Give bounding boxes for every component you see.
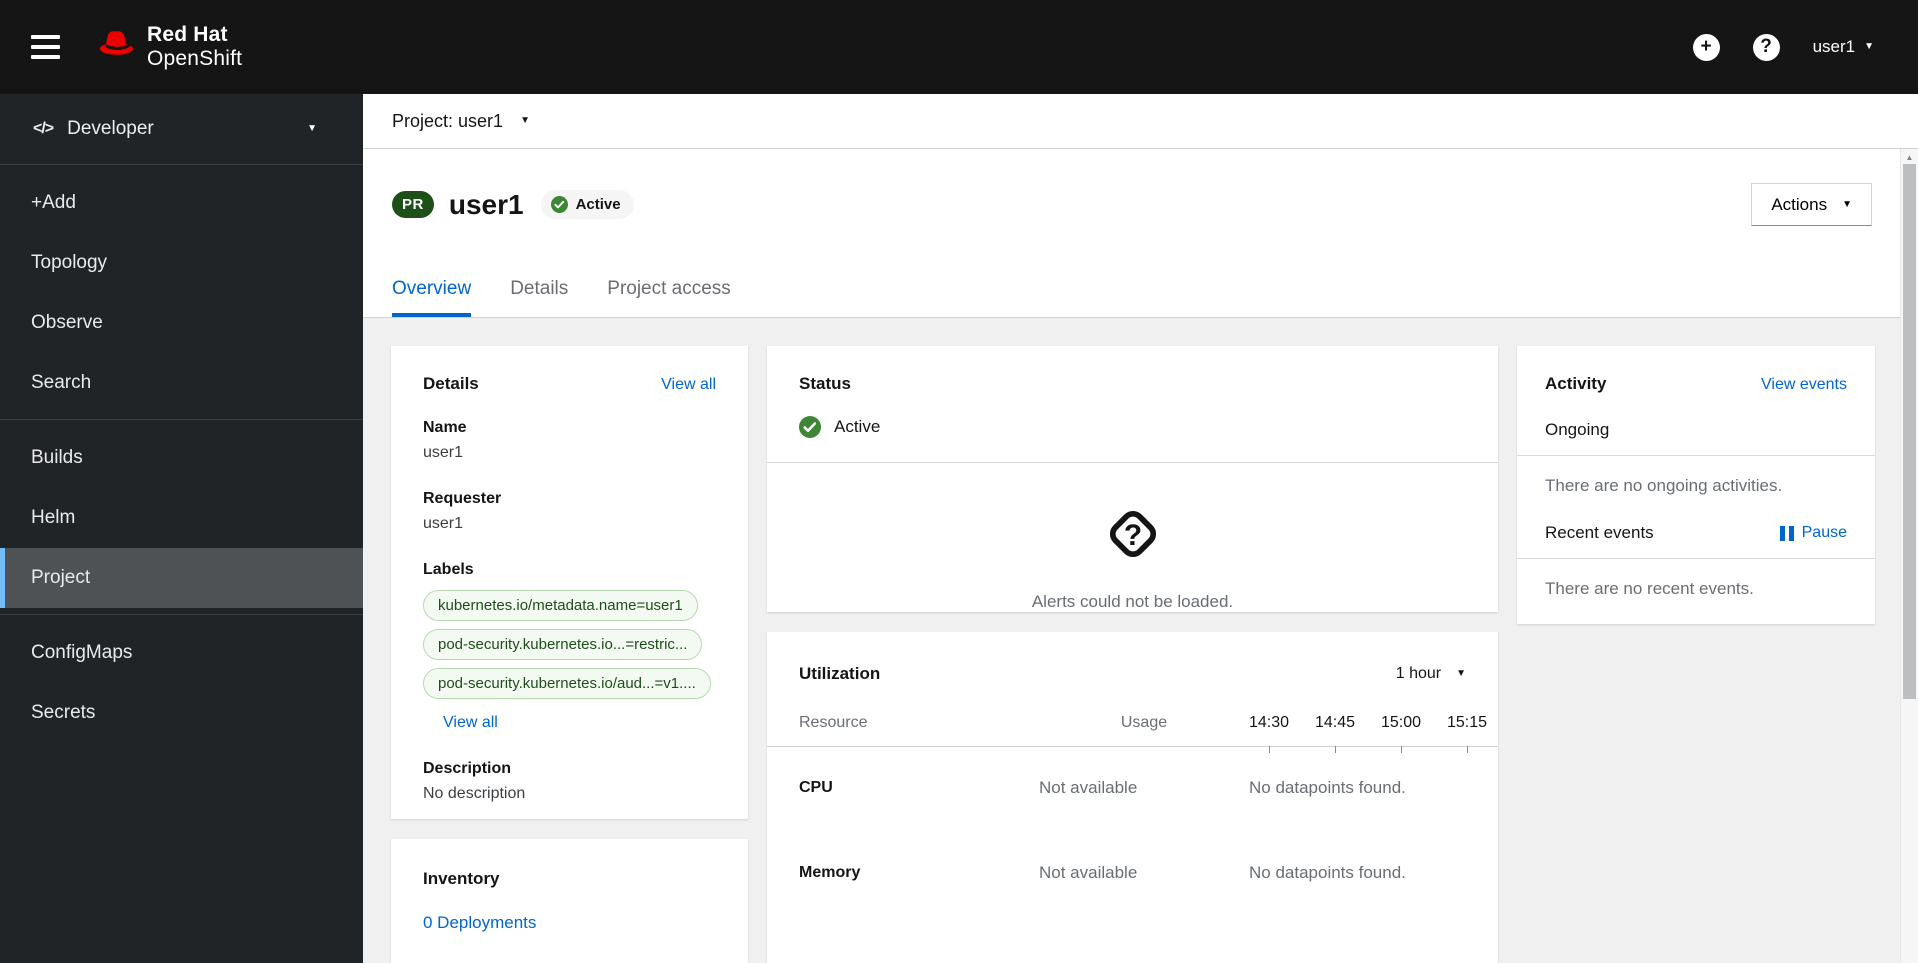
details-card-title: Details — [423, 374, 479, 393]
sidebar-item-configmaps[interactable]: ConfigMaps — [0, 623, 363, 683]
user-menu[interactable]: user1 ▼ — [1813, 37, 1874, 57]
nav-group-main: +Add Topology Observe Search — [0, 165, 363, 420]
code-icon: </> — [33, 120, 54, 137]
detail-description: Description No description — [423, 760, 526, 802]
project-selector[interactable]: Project: user1 — [392, 111, 503, 132]
unknown-alerts-icon: ? — [1100, 510, 1166, 571]
inventory-card: Inventory 0 Deployments — [391, 839, 748, 963]
no-ongoing-message: There are no ongoing activities. — [1545, 476, 1783, 495]
sidebar-item-builds[interactable]: Builds — [0, 428, 363, 488]
label-pill[interactable]: kubernetes.io/metadata.name=user1 — [423, 590, 698, 621]
column-usage: Usage — [1120, 714, 1168, 732]
check-circle-icon — [550, 196, 568, 213]
utilization-table-header: Resource Usage 14:30 14:45 15:00 15:15 — [767, 714, 1498, 754]
chevron-down-icon[interactable]: ▼ — [520, 116, 530, 126]
pause-events-button[interactable]: Pause — [1779, 524, 1847, 542]
utilization-card: Utilization 1 hour ▼ Resource Usage 14:3… — [767, 632, 1498, 963]
sidebar-item-topology[interactable]: Topology — [0, 233, 363, 293]
user-menu-label: user1 — [1812, 37, 1856, 56]
utilization-row-memory: Memory Not available No datapoints found… — [799, 863, 1406, 883]
details-card: Details View all Name user1 Requester us… — [391, 346, 748, 819]
page-header: PR user1 Active Actions ▼ — [363, 149, 1918, 260]
logo-text: Red Hat OpenShift — [147, 23, 243, 70]
utilization-card-title: Utilization — [799, 664, 881, 684]
project-context-bar: Project: user1 ▼ — [363, 94, 1918, 149]
alerts-message: Alerts could not be loaded. — [1031, 592, 1234, 611]
redhat-fedora-icon — [90, 29, 136, 66]
vertical-scrollbar[interactable]: ▲ — [1900, 149, 1918, 963]
help-icon[interactable]: ? — [1752, 33, 1780, 61]
deployments-link[interactable]: 0 Deployments — [423, 913, 716, 933]
detail-requester: Requester user1 — [423, 490, 502, 532]
chevron-down-icon: ▼ — [1456, 668, 1466, 680]
ongoing-section-title: Ongoing — [1545, 420, 1610, 439]
main-content: Project: user1 ▼ PR user1 Active Actions… — [363, 94, 1918, 963]
tab-details[interactable]: Details — [510, 260, 568, 317]
tab-overview[interactable]: Overview — [392, 260, 472, 317]
inventory-card-title: Inventory — [423, 869, 500, 888]
redhat-openshift-logo: Red Hat OpenShift — [90, 23, 242, 70]
check-circle-icon — [799, 416, 821, 438]
label-pill[interactable]: pod-security.kubernetes.io...=restric... — [423, 629, 703, 660]
status-badge: Active — [540, 190, 634, 219]
tabs: Overview Details Project access — [363, 260, 1918, 318]
sidebar-item-observe[interactable]: Observe — [0, 293, 363, 353]
openshift-console: Red Hat OpenShift + ? user1 ▼ </> Develo… — [0, 0, 1918, 963]
chevron-down-icon: ▼ — [1864, 41, 1874, 52]
column-resource: Resource — [799, 714, 868, 732]
chevron-down-icon: ▼ — [307, 123, 317, 134]
activity-card-title: Activity — [1545, 374, 1607, 393]
recent-events-title: Recent events — [1545, 523, 1654, 542]
perspective-switcher[interactable]: </> Developer ▼ — [0, 94, 363, 165]
view-events-link[interactable]: View events — [1761, 376, 1847, 394]
detail-name: Name user1 — [423, 419, 467, 461]
project-resource-badge: PR — [392, 191, 434, 218]
utilization-row-cpu: CPU Not available No datapoints found. — [799, 778, 1406, 798]
nav-group-config: ConfigMaps Secrets — [0, 615, 363, 749]
actions-button[interactable]: Actions ▼ — [1751, 183, 1872, 226]
labels-view-all-link[interactable]: View all — [443, 710, 498, 735]
scrollbar-thumb[interactable] — [1903, 164, 1916, 699]
sidebar-item-helm[interactable]: Helm — [0, 488, 363, 548]
nav-toggle-icon[interactable] — [31, 29, 60, 65]
page-title: user1 — [448, 188, 524, 220]
quick-create-icon[interactable]: + — [1692, 33, 1720, 61]
label-pill[interactable]: pod-security.kubernetes.io/aud...=v1.... — [423, 668, 711, 699]
details-view-all-link[interactable]: View all — [661, 376, 716, 394]
tab-project-access[interactable]: Project access — [607, 260, 731, 317]
alerts-empty-state: ? Alerts could not be loaded. — [767, 463, 1498, 612]
sidebar-item-project[interactable]: Project — [0, 548, 363, 608]
detail-labels: Labels kubernetes.io/metadata.name=user1… — [423, 557, 716, 735]
status-card: Status Active ? Alerts could not be load… — [767, 346, 1498, 613]
project-status-row: Active — [767, 416, 1498, 438]
pause-icon — [1779, 525, 1794, 541]
no-recent-events-message: There are no recent events. — [1545, 579, 1754, 598]
activity-card: Activity View events Ongoing There are n… — [1517, 346, 1875, 624]
sidebar: </> Developer ▼ +Add Topology Observe Se… — [0, 94, 363, 963]
sidebar-item-search[interactable]: Search — [0, 353, 363, 413]
nav-group-resources: Builds Helm Project — [0, 420, 363, 615]
time-axis: 14:30 14:45 15:00 15:15 — [1249, 714, 1487, 754]
overview-dashboard: Details View all Name user1 Requester us… — [363, 318, 1918, 963]
sidebar-item-secrets[interactable]: Secrets — [0, 683, 363, 743]
svg-text:?: ? — [1123, 519, 1141, 552]
status-card-title: Status — [799, 374, 851, 393]
perspective-label: Developer — [67, 118, 154, 139]
sidebar-item-add[interactable]: +Add — [0, 173, 363, 233]
duration-dropdown[interactable]: 1 hour ▼ — [1396, 665, 1466, 683]
masthead: Red Hat OpenShift + ? user1 ▼ — [0, 0, 1918, 94]
chevron-down-icon: ▼ — [1842, 198, 1852, 210]
